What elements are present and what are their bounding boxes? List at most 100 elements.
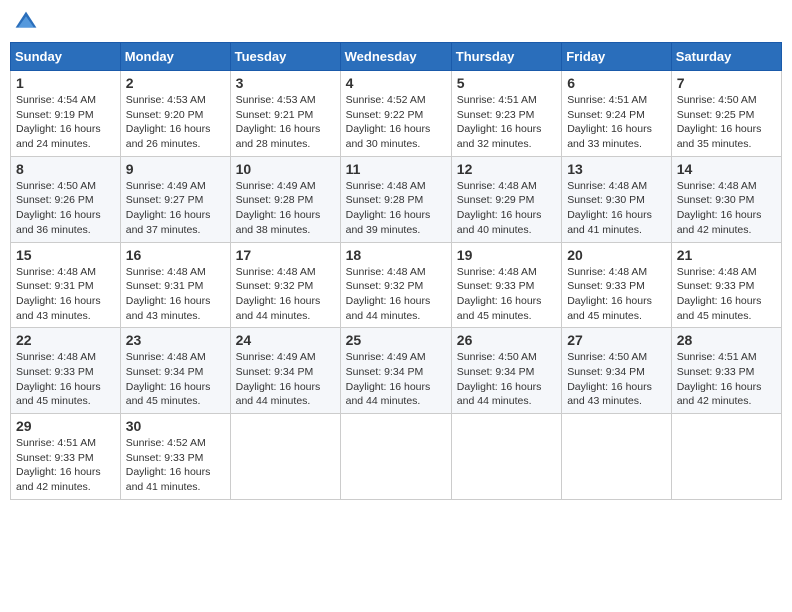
calendar-week-2: 8 Sunrise: 4:50 AMSunset: 9:26 PMDaylight… (11, 156, 782, 242)
day-info: Sunrise: 4:48 AMSunset: 9:30 PMDaylight:… (677, 179, 776, 238)
calendar-header-row: SundayMondayTuesdayWednesdayThursdayFrid… (11, 43, 782, 71)
calendar-cell: 18 Sunrise: 4:48 AMSunset: 9:32 PMDayligh… (340, 242, 451, 328)
calendar-cell (340, 414, 451, 500)
weekday-header-thursday: Thursday (451, 43, 561, 71)
day-info: Sunrise: 4:52 AMSunset: 9:22 PMDaylight:… (346, 93, 446, 152)
day-info: Sunrise: 4:48 AMSunset: 9:33 PMDaylight:… (677, 265, 776, 324)
day-number: 25 (346, 332, 446, 348)
day-info: Sunrise: 4:53 AMSunset: 9:21 PMDaylight:… (236, 93, 335, 152)
day-number: 11 (346, 161, 446, 177)
day-number: 2 (126, 75, 225, 91)
day-number: 13 (567, 161, 666, 177)
calendar-cell: 11 Sunrise: 4:48 AMSunset: 9:28 PMDayligh… (340, 156, 451, 242)
calendar-cell (451, 414, 561, 500)
calendar-cell: 10 Sunrise: 4:49 AMSunset: 9:28 PMDayligh… (230, 156, 340, 242)
day-info: Sunrise: 4:54 AMSunset: 9:19 PMDaylight:… (16, 93, 115, 152)
calendar-cell: 1 Sunrise: 4:54 AMSunset: 9:19 PMDaylight… (11, 71, 121, 157)
calendar-cell: 9Sunrise: 4:49 AMSunset: 9:27 PMDaylight… (120, 156, 230, 242)
day-info: Sunrise: 4:49 AMSunset: 9:27 PMDaylight:… (126, 179, 225, 238)
weekday-header-monday: Monday (120, 43, 230, 71)
calendar-cell: 28Sunrise: 4:51 AMSunset: 9:33 PMDayligh… (671, 328, 781, 414)
day-info: Sunrise: 4:49 AMSunset: 9:28 PMDaylight:… (236, 179, 335, 238)
day-info: Sunrise: 4:53 AMSunset: 9:20 PMDaylight:… (126, 93, 225, 152)
day-info: Sunrise: 4:48 AMSunset: 9:32 PMDaylight:… (346, 265, 446, 324)
day-number: 30 (126, 418, 225, 434)
day-info: Sunrise: 4:48 AMSunset: 9:34 PMDaylight:… (126, 350, 225, 409)
day-number: 5 (457, 75, 556, 91)
day-info: Sunrise: 4:48 AMSunset: 9:33 PMDaylight:… (457, 265, 556, 324)
calendar-cell: 3Sunrise: 4:53 AMSunset: 9:21 PMDaylight… (230, 71, 340, 157)
calendar-cell: 14 Sunrise: 4:48 AMSunset: 9:30 PMDayligh… (671, 156, 781, 242)
calendar-cell: 23 Sunrise: 4:48 AMSunset: 9:34 PMDayligh… (120, 328, 230, 414)
calendar-week-4: 22 Sunrise: 4:48 AMSunset: 9:33 PMDayligh… (11, 328, 782, 414)
day-info: Sunrise: 4:50 AMSunset: 9:26 PMDaylight:… (16, 179, 115, 238)
day-number: 7 (677, 75, 776, 91)
day-info: Sunrise: 4:51 AMSunset: 9:23 PMDaylight:… (457, 93, 556, 152)
calendar-cell: 24 Sunrise: 4:49 AMSunset: 9:34 PMDayligh… (230, 328, 340, 414)
day-number: 4 (346, 75, 446, 91)
calendar-week-5: 29 Sunrise: 4:51 AMSunset: 9:33 PMDayligh… (11, 414, 782, 500)
day-info: Sunrise: 4:48 AMSunset: 9:31 PMDaylight:… (16, 265, 115, 324)
day-info: Sunrise: 4:48 AMSunset: 9:32 PMDaylight:… (236, 265, 335, 324)
day-info: Sunrise: 4:51 AMSunset: 9:33 PMDaylight:… (16, 436, 115, 495)
day-number: 18 (346, 247, 446, 263)
day-number: 15 (16, 247, 115, 263)
weekday-header-saturday: Saturday (671, 43, 781, 71)
weekday-header-wednesday: Wednesday (340, 43, 451, 71)
day-info: Sunrise: 4:48 AMSunset: 9:33 PMDaylight:… (16, 350, 115, 409)
calendar-cell: 25 Sunrise: 4:49 AMSunset: 9:34 PMDayligh… (340, 328, 451, 414)
logo (14, 10, 42, 34)
calendar-cell: 20 Sunrise: 4:48 AMSunset: 9:33 PMDayligh… (562, 242, 672, 328)
logo-icon (14, 10, 38, 34)
day-number: 27 (567, 332, 666, 348)
weekday-header-sunday: Sunday (11, 43, 121, 71)
day-info: Sunrise: 4:51 AMSunset: 9:33 PMDaylight:… (677, 350, 776, 409)
day-number: 1 (16, 75, 115, 91)
day-number: 14 (677, 161, 776, 177)
day-number: 8 (16, 161, 115, 177)
day-info: Sunrise: 4:50 AMSunset: 9:25 PMDaylight:… (677, 93, 776, 152)
day-number: 6 (567, 75, 666, 91)
day-number: 17 (236, 247, 335, 263)
calendar-cell: 5 Sunrise: 4:51 AMSunset: 9:23 PMDaylight… (451, 71, 561, 157)
day-number: 19 (457, 247, 556, 263)
calendar-table: SundayMondayTuesdayWednesdayThursdayFrid… (10, 42, 782, 500)
calendar-cell: 13Sunrise: 4:48 AMSunset: 9:30 PMDayligh… (562, 156, 672, 242)
weekday-header-friday: Friday (562, 43, 672, 71)
calendar-cell: 27Sunrise: 4:50 AMSunset: 9:34 PMDayligh… (562, 328, 672, 414)
calendar-cell (562, 414, 672, 500)
day-info: Sunrise: 4:51 AMSunset: 9:24 PMDaylight:… (567, 93, 666, 152)
day-info: Sunrise: 4:49 AMSunset: 9:34 PMDaylight:… (346, 350, 446, 409)
calendar-cell: 15 Sunrise: 4:48 AMSunset: 9:31 PMDayligh… (11, 242, 121, 328)
calendar-cell (230, 414, 340, 500)
calendar-cell: 21Sunrise: 4:48 AMSunset: 9:33 PMDayligh… (671, 242, 781, 328)
day-number: 23 (126, 332, 225, 348)
calendar-cell: 26 Sunrise: 4:50 AMSunset: 9:34 PMDayligh… (451, 328, 561, 414)
calendar-week-1: 1 Sunrise: 4:54 AMSunset: 9:19 PMDaylight… (11, 71, 782, 157)
day-info: Sunrise: 4:49 AMSunset: 9:34 PMDaylight:… (236, 350, 335, 409)
day-info: Sunrise: 4:48 AMSunset: 9:31 PMDaylight:… (126, 265, 225, 324)
calendar-cell: 22 Sunrise: 4:48 AMSunset: 9:33 PMDayligh… (11, 328, 121, 414)
calendar-cell: 16Sunrise: 4:48 AMSunset: 9:31 PMDayligh… (120, 242, 230, 328)
day-info: Sunrise: 4:48 AMSunset: 9:33 PMDaylight:… (567, 265, 666, 324)
calendar-cell (671, 414, 781, 500)
day-number: 26 (457, 332, 556, 348)
calendar-cell: 6 Sunrise: 4:51 AMSunset: 9:24 PMDaylight… (562, 71, 672, 157)
day-info: Sunrise: 4:50 AMSunset: 9:34 PMDaylight:… (457, 350, 556, 409)
calendar-cell: 7 Sunrise: 4:50 AMSunset: 9:25 PMDaylight… (671, 71, 781, 157)
calendar-cell: 8 Sunrise: 4:50 AMSunset: 9:26 PMDaylight… (11, 156, 121, 242)
calendar-cell: 4 Sunrise: 4:52 AMSunset: 9:22 PMDaylight… (340, 71, 451, 157)
day-info: Sunrise: 4:48 AMSunset: 9:28 PMDaylight:… (346, 179, 446, 238)
day-number: 20 (567, 247, 666, 263)
day-number: 24 (236, 332, 335, 348)
calendar-cell: 19 Sunrise: 4:48 AMSunset: 9:33 PMDayligh… (451, 242, 561, 328)
calendar-cell: 2 Sunrise: 4:53 AMSunset: 9:20 PMDaylight… (120, 71, 230, 157)
day-number: 22 (16, 332, 115, 348)
day-info: Sunrise: 4:52 AMSunset: 9:33 PMDaylight:… (126, 436, 225, 495)
day-number: 12 (457, 161, 556, 177)
day-number: 10 (236, 161, 335, 177)
day-number: 29 (16, 418, 115, 434)
weekday-header-tuesday: Tuesday (230, 43, 340, 71)
page-header (10, 10, 782, 34)
calendar-cell: 29 Sunrise: 4:51 AMSunset: 9:33 PMDayligh… (11, 414, 121, 500)
